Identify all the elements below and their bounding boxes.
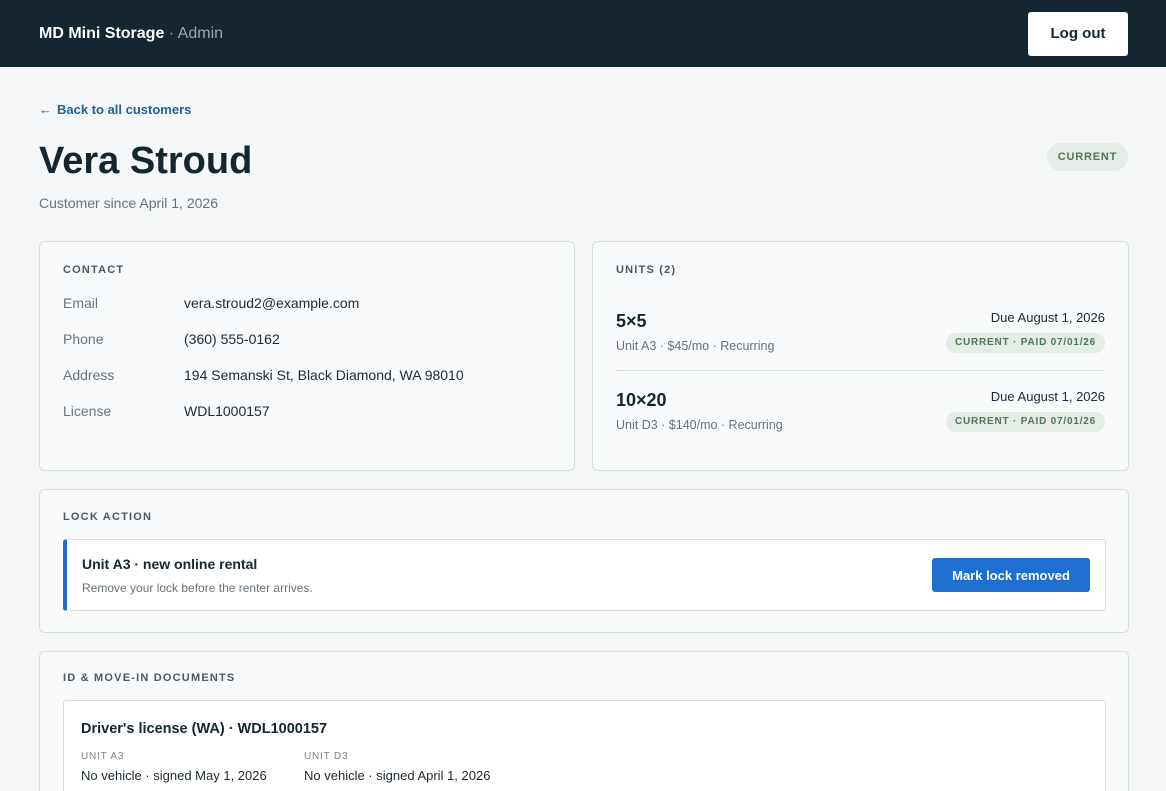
mark-lock-removed-button[interactable]: Mark lock removed bbox=[932, 558, 1090, 592]
unit-meta: Unit D3 · $140/mo · Recurring bbox=[616, 418, 783, 432]
address-value: 194 Semanski St, Black Diamond, WA 98010 bbox=[184, 367, 464, 383]
back-link-label: Back to all customers bbox=[57, 102, 192, 117]
page-title: Vera Stroud bbox=[39, 140, 253, 182]
document-unit-caption: UNIT D3 bbox=[304, 751, 349, 762]
unit-item[interactable]: 10×20 Unit D3 · $140/mo · Recurring Due … bbox=[616, 389, 1105, 456]
contact-row-email: Email vera.stroud2@example.com bbox=[63, 295, 359, 311]
units-divider bbox=[616, 370, 1105, 371]
document-unit-a3: UNIT A3 No vehicle · signed May 1, 2026 bbox=[81, 751, 267, 783]
unit-status-badge: CURRENT · PAID 07/01/26 bbox=[945, 412, 1105, 432]
units-title: UNITS (2) bbox=[616, 264, 677, 276]
phone-value: (360) 555-0162 bbox=[184, 331, 280, 347]
customer-since: Customer since April 1, 2026 bbox=[39, 195, 218, 211]
back-to-customers-link[interactable]: ← Back to all customers bbox=[39, 102, 191, 117]
document-unit-caption: UNIT A3 bbox=[81, 751, 125, 762]
brand: MD Mini Storage · Admin bbox=[39, 25, 223, 43]
lock-action-description: Remove your lock before the renter arriv… bbox=[82, 581, 313, 595]
document-unit-text: No vehicle · signed May 1, 2026 bbox=[81, 768, 267, 783]
contact-title: CONTACT bbox=[63, 264, 125, 276]
unit-due-date: Due August 1, 2026 bbox=[990, 389, 1105, 404]
phone-label: Phone bbox=[63, 331, 104, 347]
address-label: Address bbox=[63, 367, 115, 383]
lock-action-alert: Unit A3 · new online rental Remove your … bbox=[63, 539, 1106, 611]
document-item[interactable]: Driver's license (WA) · WDL1000157 UNIT … bbox=[63, 700, 1106, 791]
email-label: Email bbox=[63, 295, 99, 311]
unit-size: 5×5 bbox=[616, 311, 647, 331]
arrow-left-icon: ← bbox=[39, 102, 52, 117]
status-badge: CURRENT bbox=[1047, 143, 1128, 171]
lock-action-heading: Unit A3 · new online rental bbox=[82, 556, 258, 572]
unit-status-badge: CURRENT · PAID 07/01/26 bbox=[945, 333, 1105, 353]
contact-row-address: Address 194 Semanski St, Black Diamond, … bbox=[63, 367, 464, 383]
lock-action-card: LOCK ACTION Unit A3 · new online rental … bbox=[39, 489, 1129, 633]
document-unit-text: No vehicle · signed April 1, 2026 bbox=[304, 768, 491, 783]
email-value: vera.stroud2@example.com bbox=[184, 295, 360, 311]
top-bar: MD Mini Storage · Admin Log out bbox=[0, 0, 1166, 67]
contact-row-phone: Phone (360) 555-0162 bbox=[63, 331, 280, 347]
license-value: WDL1000157 bbox=[184, 403, 270, 419]
logout-button[interactable]: Log out bbox=[1028, 11, 1128, 56]
brand-name: MD Mini Storage bbox=[39, 24, 165, 42]
brand-suffix: · Admin bbox=[164, 24, 224, 42]
unit-due-date: Due August 1, 2026 bbox=[990, 310, 1105, 325]
documents-title: ID & MOVE-IN DOCUMENTS bbox=[63, 672, 236, 684]
unit-item[interactable]: 5×5 Unit A3 · $45/mo · Recurring Due Aug… bbox=[616, 310, 1105, 377]
document-heading: Driver's license (WA) · WDL1000157 bbox=[81, 721, 328, 737]
document-unit-d3: UNIT D3 No vehicle · signed April 1, 202… bbox=[304, 751, 490, 783]
units-card: UNITS (2) 5×5 Unit A3 · $45/mo · Recurri… bbox=[592, 241, 1129, 471]
lock-action-title: LOCK ACTION bbox=[63, 511, 153, 523]
unit-size: 10×20 bbox=[616, 390, 667, 410]
contact-row-license: License WDL1000157 bbox=[63, 403, 270, 419]
license-label: License bbox=[63, 403, 112, 419]
contact-card: CONTACT Email vera.stroud2@example.com P… bbox=[39, 241, 575, 471]
unit-meta: Unit A3 · $45/mo · Recurring bbox=[616, 339, 775, 353]
documents-card: ID & MOVE-IN DOCUMENTS Driver's license … bbox=[39, 651, 1129, 791]
